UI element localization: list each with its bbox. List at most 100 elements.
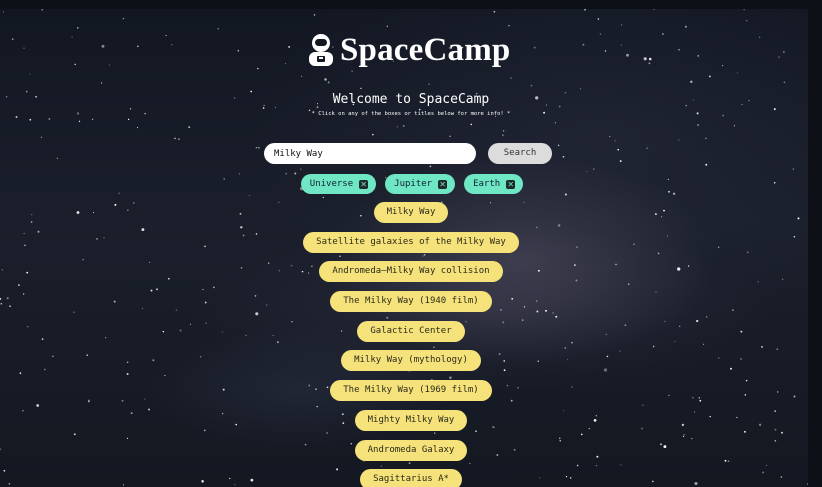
- star: [554, 122, 557, 124]
- result-item[interactable]: Satellite galaxies of the Milky Way: [303, 231, 519, 253]
- star: [41, 9, 44, 11]
- star: [609, 135, 611, 138]
- star: [257, 146, 260, 149]
- star: [745, 19, 748, 22]
- star: [783, 81, 786, 84]
- result-item[interactable]: The Milky Way (1940 film): [330, 291, 492, 313]
- star: [604, 50, 607, 52]
- close-icon[interactable]: ✕: [359, 179, 369, 189]
- search-input[interactable]: [264, 143, 476, 164]
- star: [778, 56, 780, 58]
- star: [705, 137, 707, 140]
- star: [11, 38, 14, 40]
- close-icon[interactable]: ✕: [438, 179, 448, 189]
- star: [288, 45, 291, 48]
- star: [733, 125, 735, 127]
- star: [255, 146, 258, 149]
- star: [284, 62, 287, 65]
- star: [76, 27, 79, 29]
- result-item[interactable]: Milky Way (mythology): [341, 350, 481, 372]
- star: [626, 53, 629, 57]
- star: [579, 88, 582, 90]
- tag-label: Universe: [309, 179, 354, 189]
- star: [136, 45, 139, 48]
- tag-jupiter[interactable]: Jupiter ✕: [385, 174, 456, 194]
- star: [502, 130, 505, 132]
- star: [449, 135, 451, 137]
- result-item[interactable]: Sagittarius A*: [360, 469, 462, 487]
- star: [2, 11, 4, 13]
- star: [792, 168, 795, 170]
- star: [78, 120, 81, 122]
- star: [502, 134, 504, 136]
- star: [300, 168, 302, 170]
- brand-logo[interactable]: SpaceCamp: [306, 31, 510, 69]
- star: [237, 49, 240, 52]
- star: [91, 118, 94, 120]
- star: [697, 123, 700, 126]
- tag-universe[interactable]: Universe ✕: [300, 174, 377, 194]
- star: [217, 28, 219, 30]
- star: [619, 160, 622, 163]
- star: [530, 84, 533, 87]
- star: [678, 139, 680, 141]
- star: [562, 155, 565, 158]
- star: [188, 126, 191, 128]
- star: [178, 138, 180, 140]
- brand-name: SpaceCamp: [340, 32, 511, 68]
- star: [510, 77, 512, 79]
- star: [127, 118, 130, 121]
- star: [614, 140, 616, 142]
- star: [360, 87, 362, 90]
- star: [40, 136, 43, 139]
- star: [582, 43, 585, 46]
- tag-label: Jupiter: [394, 179, 433, 189]
- star: [743, 9, 745, 11]
- star: [783, 51, 785, 53]
- star: [684, 25, 687, 28]
- instruction-text: * Click on any of the boxes or titles be…: [311, 111, 511, 117]
- result-item[interactable]: Andromeda Galaxy: [354, 439, 468, 461]
- star: [697, 55, 699, 57]
- star: [557, 144, 560, 147]
- star: [122, 17, 125, 20]
- window-top-edge: [0, 0, 822, 9]
- star: [648, 62, 651, 65]
- star: [662, 33, 664, 35]
- star: [101, 44, 105, 48]
- result-item[interactable]: Mighty Milky Way: [354, 409, 468, 431]
- star: [327, 81, 330, 84]
- star: [23, 47, 25, 49]
- welcome-heading: Welcome to SpaceCamp: [332, 92, 490, 107]
- result-item[interactable]: Andromeda–Milky Way collision: [319, 261, 503, 283]
- star: [29, 118, 32, 121]
- search-button[interactable]: Search: [488, 143, 552, 164]
- star: [643, 57, 647, 61]
- star: [313, 14, 316, 16]
- star: [586, 171, 588, 173]
- star: [136, 127, 139, 129]
- star: [493, 10, 496, 13]
- star: [470, 123, 473, 126]
- result-item[interactable]: The Milky Way (1969 film): [330, 380, 492, 402]
- star: [372, 133, 374, 136]
- star: [396, 126, 398, 128]
- star: [599, 33, 602, 35]
- star: [29, 73, 31, 75]
- result-item[interactable]: Milky Way: [373, 202, 449, 223]
- star: [617, 148, 620, 151]
- star: [678, 48, 680, 51]
- star: [300, 75, 303, 77]
- star: [736, 72, 738, 74]
- tag-earth[interactable]: Earth ✕: [464, 174, 524, 194]
- app-window: SpaceCamp Welcome to SpaceCamp * Click o…: [0, 0, 822, 487]
- star: [705, 163, 708, 166]
- star: [174, 137, 176, 140]
- star: [533, 46, 536, 49]
- star: [324, 78, 327, 81]
- close-icon[interactable]: ✕: [506, 179, 516, 189]
- result-item[interactable]: Galactic Center: [357, 320, 465, 342]
- star: [386, 25, 389, 28]
- astronaut-icon: [306, 32, 338, 68]
- star: [508, 25, 510, 27]
